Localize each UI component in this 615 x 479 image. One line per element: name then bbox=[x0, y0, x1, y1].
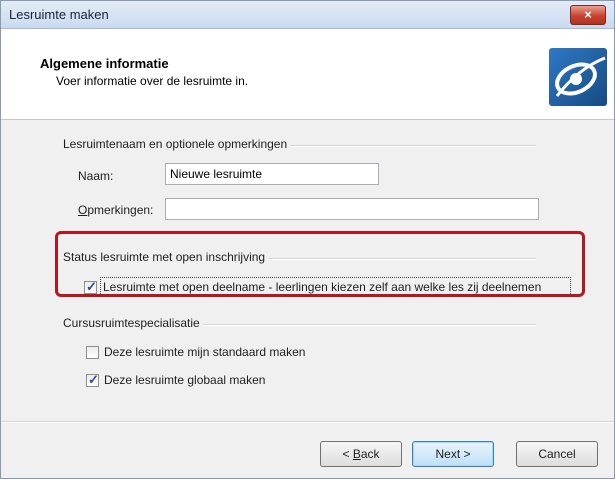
highlight-annotation bbox=[55, 231, 585, 297]
remarks-input[interactable] bbox=[165, 198, 539, 220]
global-label[interactable]: Deze lesruimte globaal maken bbox=[104, 373, 265, 387]
close-icon: × bbox=[584, 7, 592, 22]
page-title: Algemene informatie bbox=[40, 56, 169, 71]
remarks-label: Opmerkingen: bbox=[78, 203, 153, 217]
wizard-content: Lesruimtenaam en optionele opmerkingen N… bbox=[1, 120, 614, 420]
back-button-text: ack bbox=[360, 447, 380, 461]
checkmark-icon: ✓ bbox=[88, 372, 99, 387]
next-button[interactable]: Next > bbox=[412, 441, 494, 467]
cancel-button[interactable]: Cancel bbox=[516, 441, 598, 467]
group-label-specialisation: Cursusruimtespecialisatie bbox=[63, 316, 203, 330]
window-title: Lesruimte maken bbox=[9, 7, 109, 22]
title-bar[interactable]: Lesruimte maken × bbox=[1, 1, 614, 29]
name-label: Naam: bbox=[78, 169, 114, 183]
close-button[interactable]: × bbox=[570, 5, 606, 25]
name-input[interactable] bbox=[165, 163, 379, 185]
group-label-name: Lesruimtenaam en optionele opmerkingen bbox=[63, 137, 291, 151]
remarks-label-accesskey: O bbox=[78, 203, 88, 217]
standard-label[interactable]: Deze lesruimte mijn standaard maken bbox=[104, 345, 305, 359]
footer-divider bbox=[1, 421, 614, 423]
back-button-accesskey: B bbox=[352, 447, 361, 461]
wizard-header: Algemene informatie Voer informatie over… bbox=[1, 29, 614, 120]
standard-checkbox[interactable] bbox=[86, 346, 99, 359]
page-subtitle: Voer informatie over de lesruimte in. bbox=[56, 74, 249, 88]
wizard-window: Lesruimte maken × Algemene informatie Vo… bbox=[0, 0, 615, 479]
back-button-prefix: < bbox=[342, 447, 353, 461]
global-checkbox[interactable]: ✓ bbox=[86, 372, 99, 387]
eye-swoosh-logo-icon bbox=[549, 48, 607, 106]
remarks-label-text: pmerkingen: bbox=[87, 203, 154, 217]
back-button[interactable]: < Back bbox=[320, 441, 402, 467]
